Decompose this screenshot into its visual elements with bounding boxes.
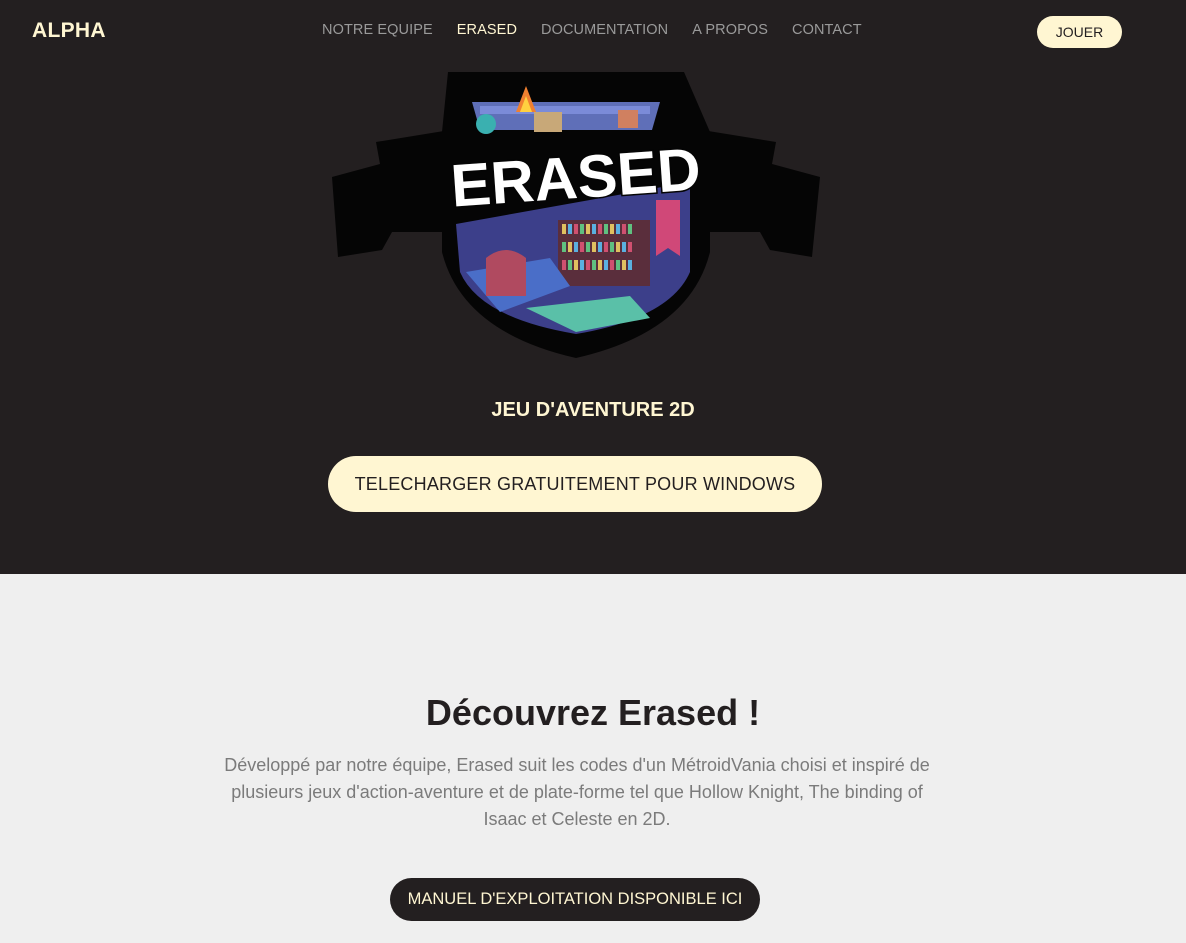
nav-contact[interactable]: CONTACT: [792, 22, 862, 38]
main-nav: NOTRE EQUIPE ERASED DOCUMENTATION A PROP…: [322, 22, 862, 38]
hero-subtitle: JEU D'AVENTURE 2D: [491, 399, 695, 421]
section-description: Développé par notre équipe, Erased suit …: [224, 755, 930, 829]
manual-button[interactable]: MANUEL D'EXPLOITATION DISPONIBLE ICI: [390, 878, 760, 921]
nav-erased[interactable]: ERASED: [457, 22, 517, 38]
nav-documentation[interactable]: DOCUMENTATION: [541, 22, 668, 38]
erased-game-logo: ERASED: [332, 72, 820, 358]
brand-logo[interactable]: ALPHA: [32, 19, 106, 43]
play-button[interactable]: JOUER: [1037, 16, 1122, 48]
nav-notre-equipe[interactable]: NOTRE EQUIPE: [322, 22, 433, 38]
hero-section: ALPHA NOTRE EQUIPE ERASED DOCUMENTATION …: [0, 0, 1186, 574]
section-title: Découvrez Erased !: [425, 692, 761, 733]
nav-a-propos[interactable]: A PROPOS: [692, 22, 768, 38]
download-windows-button[interactable]: TELECHARGER GRATUITEMENT POUR WINDOWS: [328, 456, 822, 512]
